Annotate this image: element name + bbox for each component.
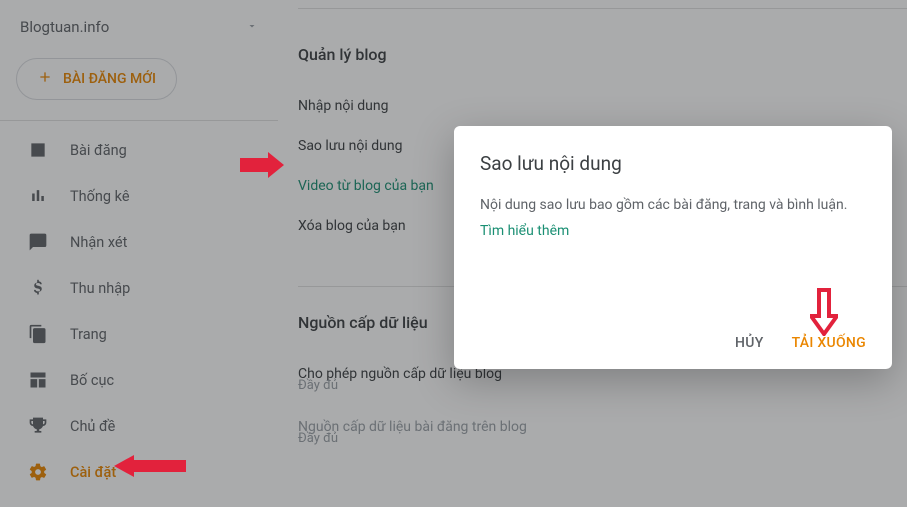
dialog-desc: Nội dung sao lưu bao gồm các bài đăng, t… [480, 195, 866, 217]
dialog-title: Sao lưu nội dung [480, 152, 866, 175]
dialog-cancel-button[interactable]: HỦY [735, 335, 764, 351]
backup-dialog: Sao lưu nội dung Nội dung sao lưu bao gồ… [454, 126, 892, 369]
dialog-learn-more-link[interactable]: Tìm hiểu thêm [480, 223, 866, 239]
dialog-download-button[interactable]: TẢI XUỐNG [792, 335, 866, 351]
